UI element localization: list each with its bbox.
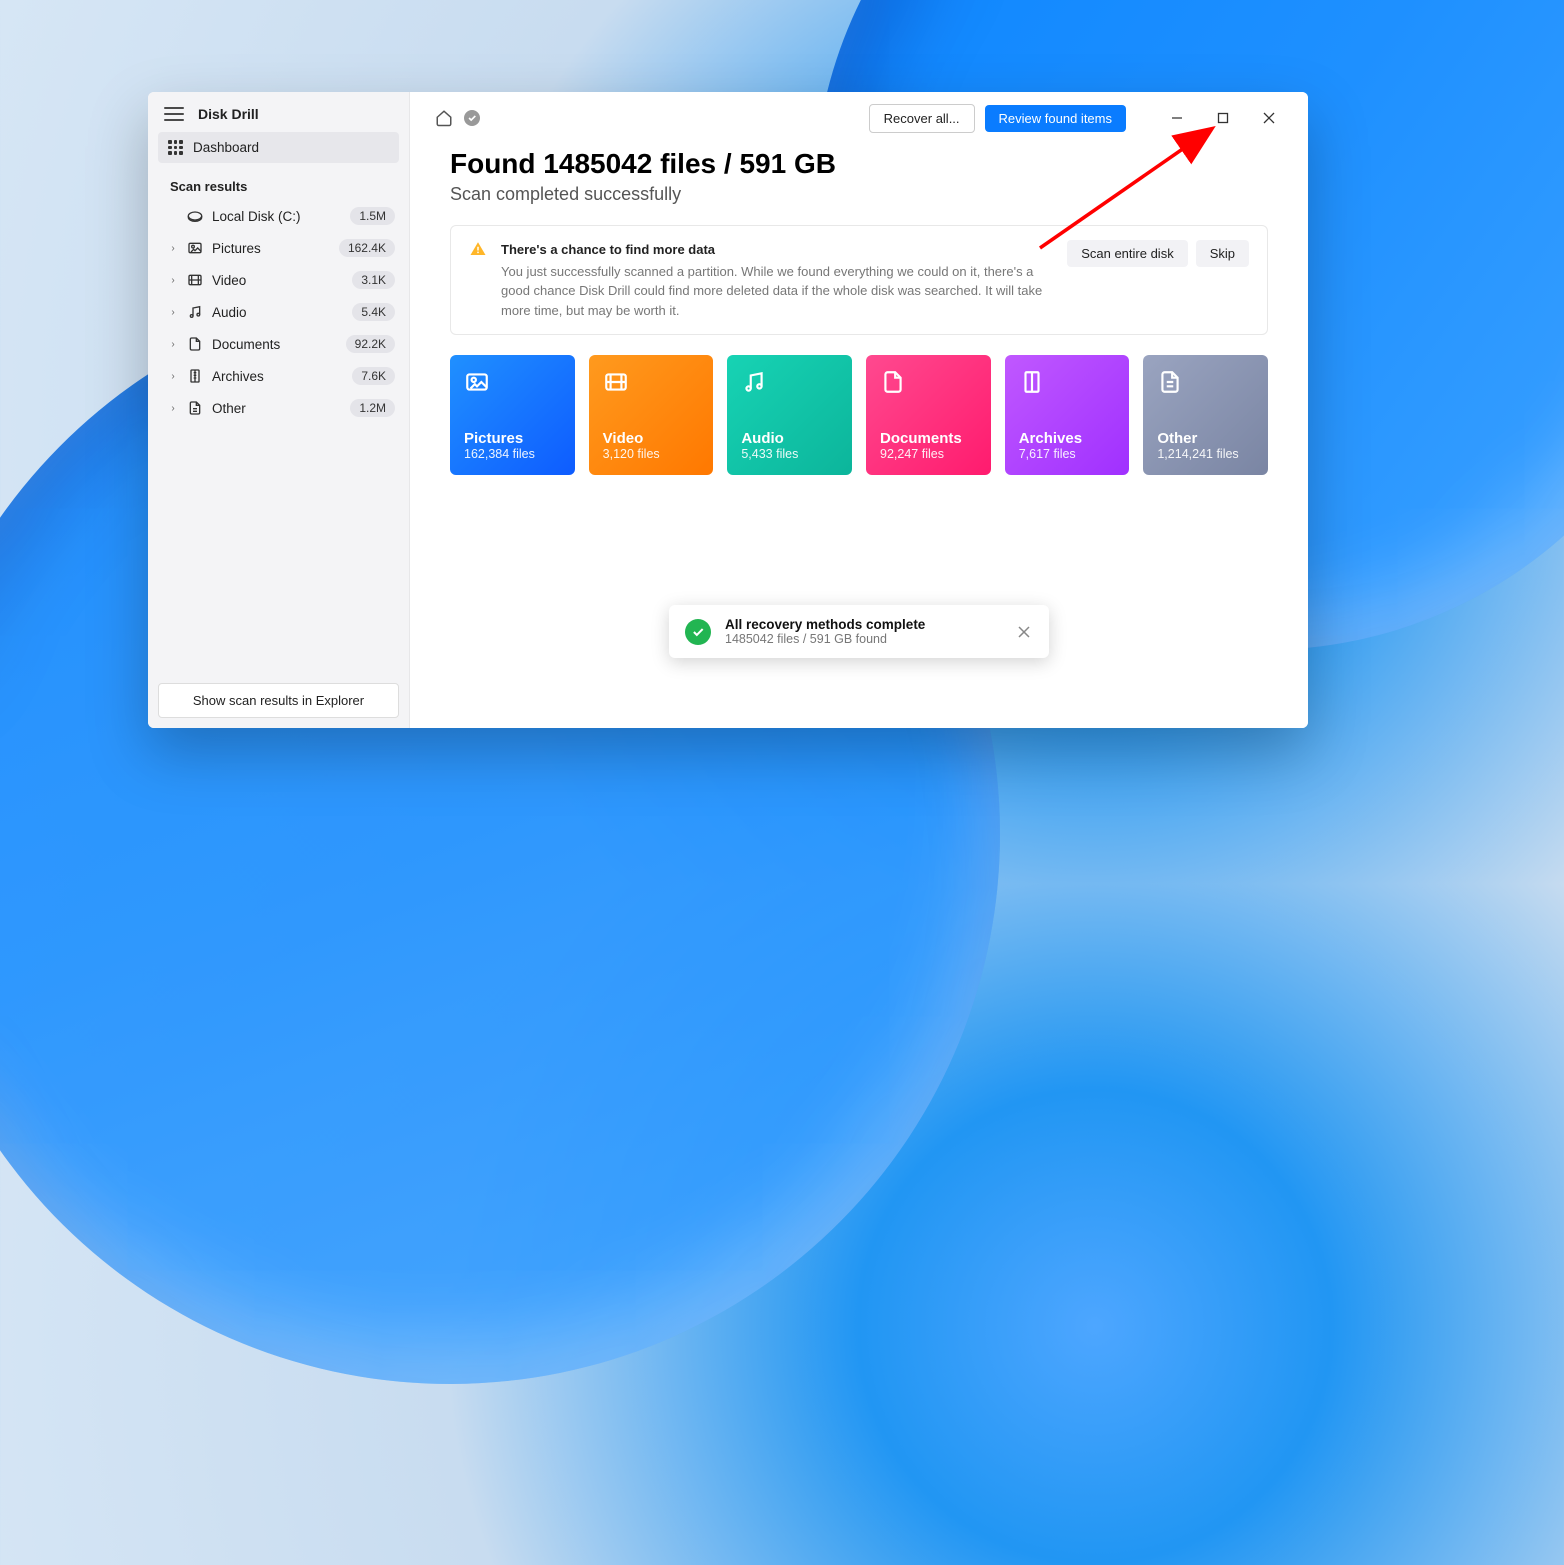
minimize-button[interactable] xyxy=(1154,102,1200,134)
toast-close-icon[interactable] xyxy=(1015,623,1033,641)
sidebar-item-label: Local Disk (C:) xyxy=(212,209,342,224)
content: Found 1485042 files / 591 GB Scan comple… xyxy=(410,134,1308,475)
sidebar-item-pictures[interactable]: › Pictures 162.4K xyxy=(148,232,409,264)
chevron-right-icon: › xyxy=(168,307,178,318)
count-badge: 92.2K xyxy=(346,335,395,353)
disk-icon xyxy=(186,207,204,225)
card-title: Archives xyxy=(1019,430,1116,447)
category-cards: Pictures162,384 files Video3,120 files A… xyxy=(450,355,1268,475)
archives-icon xyxy=(186,367,204,385)
info-title: There's a chance to find more data xyxy=(501,240,1053,260)
count-badge: 5.4K xyxy=(352,303,395,321)
completion-toast: All recovery methods complete 1485042 fi… xyxy=(669,605,1049,658)
card-count: 5,433 files xyxy=(741,447,838,461)
video-icon xyxy=(603,369,629,395)
review-found-items-button[interactable]: Review found items xyxy=(985,105,1126,132)
audio-icon xyxy=(741,369,767,395)
info-text: There's a chance to find more data You j… xyxy=(501,240,1053,320)
count-badge: 3.1K xyxy=(352,271,395,289)
skip-button[interactable]: Skip xyxy=(1196,240,1249,267)
app-window: Disk Drill Dashboard Scan results Local … xyxy=(148,92,1308,728)
audio-icon xyxy=(186,303,204,321)
recover-all-button[interactable]: Recover all... xyxy=(869,104,975,133)
close-button[interactable] xyxy=(1246,102,1292,134)
card-pictures[interactable]: Pictures162,384 files xyxy=(450,355,575,475)
sidebar-header: Disk Drill xyxy=(148,92,409,132)
card-archives[interactable]: Archives7,617 files xyxy=(1005,355,1130,475)
sidebar-item-label: Pictures xyxy=(212,241,331,256)
show-in-explorer-button[interactable]: Show scan results in Explorer xyxy=(158,683,399,718)
pictures-icon xyxy=(186,239,204,257)
sidebar-item-dashboard[interactable]: Dashboard xyxy=(158,132,399,163)
home-icon[interactable] xyxy=(434,108,454,128)
card-title: Other xyxy=(1157,430,1254,447)
card-audio[interactable]: Audio5,433 files xyxy=(727,355,852,475)
video-icon xyxy=(186,271,204,289)
dashboard-label: Dashboard xyxy=(193,140,259,155)
card-title: Audio xyxy=(741,430,838,447)
info-box: There's a chance to find more data You j… xyxy=(450,225,1268,335)
chevron-right-icon: › xyxy=(168,243,178,254)
sidebar-item-label: Archives xyxy=(212,369,344,384)
chevron-right-icon: › xyxy=(168,371,178,382)
count-badge: 1.5M xyxy=(350,207,395,225)
card-count: 92,247 files xyxy=(880,447,977,461)
documents-icon xyxy=(186,335,204,353)
sidebar-item-label: Video xyxy=(212,273,344,288)
card-title: Documents xyxy=(880,430,977,447)
sidebar-item-local-disk[interactable]: Local Disk (C:) 1.5M xyxy=(148,200,409,232)
chevron-right-icon: › xyxy=(168,403,178,414)
card-documents[interactable]: Documents92,247 files xyxy=(866,355,991,475)
other-icon xyxy=(1157,369,1183,395)
results-subheading: Scan completed successfully xyxy=(450,184,1268,205)
status-check-icon[interactable] xyxy=(464,110,480,126)
sidebar-item-label: Other xyxy=(212,401,342,416)
sidebar-item-archives[interactable]: › Archives 7.6K xyxy=(148,360,409,392)
sidebar-item-documents[interactable]: › Documents 92.2K xyxy=(148,328,409,360)
info-body: You just successfully scanned a partitio… xyxy=(501,264,1042,318)
maximize-button[interactable] xyxy=(1200,102,1246,134)
chevron-right-icon: › xyxy=(168,275,178,286)
sidebar-item-label: Audio xyxy=(212,305,344,320)
app-title: Disk Drill xyxy=(198,106,259,122)
card-other[interactable]: Other1,214,241 files xyxy=(1143,355,1268,475)
sidebar-footer: Show scan results in Explorer xyxy=(148,673,409,728)
results-heading: Found 1485042 files / 591 GB xyxy=(450,148,1268,180)
success-icon xyxy=(685,619,711,645)
card-title: Video xyxy=(603,430,700,447)
archives-icon xyxy=(1019,369,1045,395)
sidebar-item-video[interactable]: › Video 3.1K xyxy=(148,264,409,296)
toast-subtitle: 1485042 files / 591 GB found xyxy=(725,632,1001,646)
card-title: Pictures xyxy=(464,430,561,447)
main-panel: Recover all... Review found items Found … xyxy=(410,92,1308,728)
info-actions: Scan entire disk Skip xyxy=(1067,240,1249,267)
sidebar-item-audio[interactable]: › Audio 5.4K xyxy=(148,296,409,328)
window-controls xyxy=(1154,102,1292,134)
toast-title: All recovery methods complete xyxy=(725,617,1001,632)
pictures-icon xyxy=(464,369,490,395)
documents-icon xyxy=(880,369,906,395)
toolbar: Recover all... Review found items xyxy=(410,92,1308,134)
dashboard-icon xyxy=(168,140,183,155)
card-count: 162,384 files xyxy=(464,447,561,461)
card-count: 3,120 files xyxy=(603,447,700,461)
sidebar-item-label: Documents xyxy=(212,337,338,352)
scan-entire-disk-button[interactable]: Scan entire disk xyxy=(1067,240,1188,267)
hamburger-icon[interactable] xyxy=(164,107,184,121)
card-video[interactable]: Video3,120 files xyxy=(589,355,714,475)
card-count: 7,617 files xyxy=(1019,447,1116,461)
sidebar: Disk Drill Dashboard Scan results Local … xyxy=(148,92,410,728)
count-badge: 1.2M xyxy=(350,399,395,417)
scan-results-heading: Scan results xyxy=(148,163,409,200)
other-icon xyxy=(186,399,204,417)
count-badge: 7.6K xyxy=(352,367,395,385)
chevron-right-icon: › xyxy=(168,339,178,350)
count-badge: 162.4K xyxy=(339,239,395,257)
warning-icon xyxy=(469,240,487,258)
card-count: 1,214,241 files xyxy=(1157,447,1254,461)
sidebar-item-other[interactable]: › Other 1.2M xyxy=(148,392,409,424)
